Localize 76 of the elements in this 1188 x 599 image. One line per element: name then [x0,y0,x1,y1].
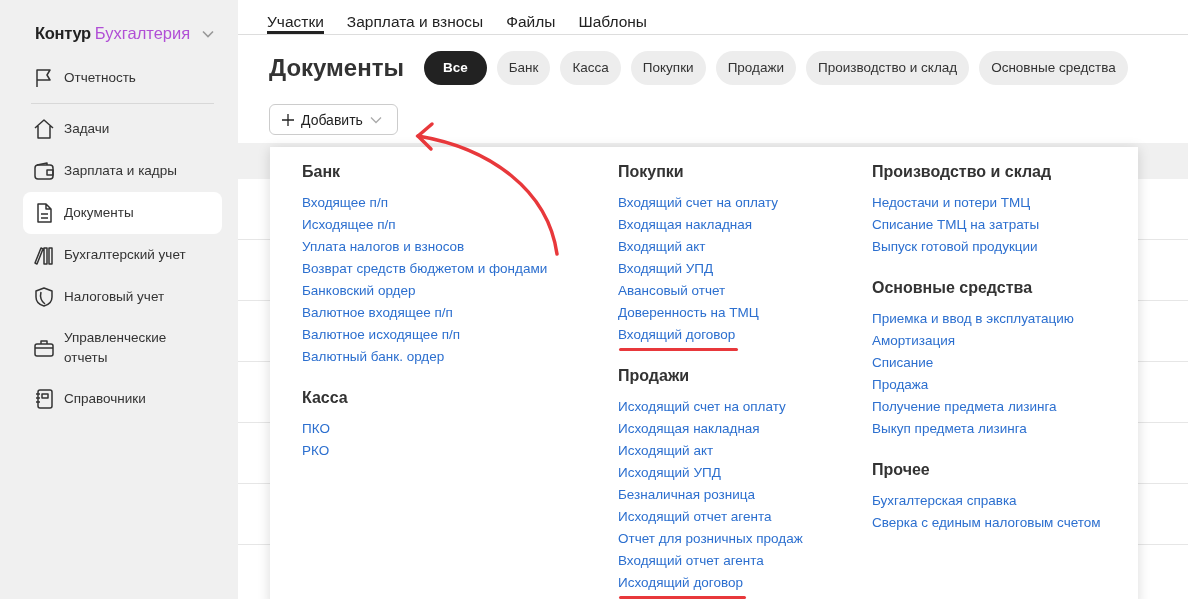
menu-link[interactable]: Уплата налогов и взносов [302,239,465,254]
filter-chip[interactable]: Производство и склад [806,51,970,85]
menu-link[interactable]: ПКО [302,421,330,436]
menu-link[interactable]: Доверенность на ТМЦ [618,305,759,320]
filter-chip[interactable]: Основные средства [979,51,1128,85]
filter-chip[interactable]: Касса [560,51,621,85]
menu-link[interactable]: Исходящий счет на оплату [618,399,786,414]
menu-link[interactable]: Амортизация [872,333,955,348]
section-heading: Прочее [872,461,931,479]
tab[interactable]: Участки [267,0,324,34]
chevron-down-icon [369,115,382,124]
menu-link[interactable]: Недостачи и потери ТМЦ [872,195,1031,210]
filter-chip[interactable]: Банк [496,51,551,85]
menu-link[interactable]: Исходящий акт [618,443,714,458]
books-icon [33,244,55,266]
menu-link[interactable]: Входящий отчет агента [618,553,764,568]
sidebar-item[interactable]: Зарплата и кадры [23,150,222,192]
menu-link[interactable]: Выпуск готовой продукции [872,239,1038,254]
menu-link[interactable]: Исходящий отчет агента [618,509,772,524]
menu-link[interactable]: Исходящий договор [618,575,743,590]
menu-link[interactable]: Списание [872,355,934,370]
menu-link[interactable]: Входящее п/п [302,195,388,210]
menu-link[interactable]: Валютный банк. ордер [302,349,445,364]
sidebar-item[interactable]: Документы [23,192,222,234]
section-heading: Покупки [618,163,685,181]
menu-link[interactable]: Получение предмета лизинга [872,399,1057,414]
menu-link[interactable]: Продажа [872,377,929,392]
filter-chip[interactable]: Продажи [715,51,796,85]
add-button[interactable]: Добавить [269,104,398,135]
section-heading: Банк [302,163,342,181]
page-title: Документы [269,54,404,82]
menu-link[interactable]: Выкуп предмета лизинга [872,421,1027,436]
menu-link[interactable]: Возврат средств бюджетом и фондами [302,261,548,276]
sidebar-item[interactable]: Отчетность [23,57,222,99]
chevron-down-icon[interactable] [202,29,215,38]
tab[interactable]: Зарплата и взносы [346,0,484,34]
filter-chip[interactable]: Покупки [630,51,706,85]
house-icon [33,118,55,140]
product-name: Бухгалтерия [94,24,191,43]
tab[interactable]: Файлы [506,0,556,34]
sidebar-item[interactable]: Справочники [23,378,222,420]
menu-link[interactable]: Списание ТМЦ на затраты [872,217,1040,232]
menu-link[interactable]: Исходящий УПД [618,465,721,480]
plus-icon [282,113,294,126]
menu-link[interactable]: Валютное входящее п/п [302,305,453,320]
section-heading: Касса [302,389,349,407]
menu-link[interactable]: Отчет для розничных продаж [618,531,803,546]
section-heading: Продажи [618,367,691,385]
sidebar-item[interactable]: Управленческие отчеты [23,318,222,378]
filter-chip[interactable]: Все [423,51,487,85]
sidebar-item[interactable]: Налоговый учет [23,276,222,318]
menu-link[interactable]: Бухгалтерская справка [872,493,1017,508]
menu-link[interactable]: Исходящая накладная [618,421,760,436]
sidebar-item[interactable]: Бухгалтерский учет [23,234,222,276]
tab[interactable]: Шаблоны [578,0,647,34]
notebook-icon [33,388,55,410]
menu-link[interactable]: Сверка с единым налоговым счетом [872,515,1101,530]
menu-link[interactable]: Приемка и ввод в эксплуатацию [872,311,1074,326]
wallet-icon [33,160,55,182]
section-heading: Производство и склад [872,163,1053,181]
menu-link[interactable]: Входящий УПД [618,261,714,276]
menu-link[interactable]: Входящая накладная [618,217,753,232]
briefcase-icon [33,337,55,359]
section-heading: Основные средства [872,279,1034,297]
menu-link[interactable]: Входящий акт [618,239,706,254]
menu-link[interactable]: Авансовый отчет [618,283,726,298]
menu-link[interactable]: Банковский ордер [302,283,416,298]
menu-link[interactable]: РКО [302,443,330,458]
menu-link[interactable]: Валютное исходящее п/п [302,327,460,342]
shield-icon [33,286,55,308]
menu-link[interactable]: Безналичная розница [618,487,755,502]
menu-link[interactable]: Исходящее п/п [302,217,396,232]
menu-link[interactable]: Входящий счет на оплату [618,195,779,210]
menu-link[interactable]: Входящий договор [618,327,736,342]
sidebar-item[interactable]: Задачи [23,108,222,150]
brand-name: Контур [35,24,91,43]
